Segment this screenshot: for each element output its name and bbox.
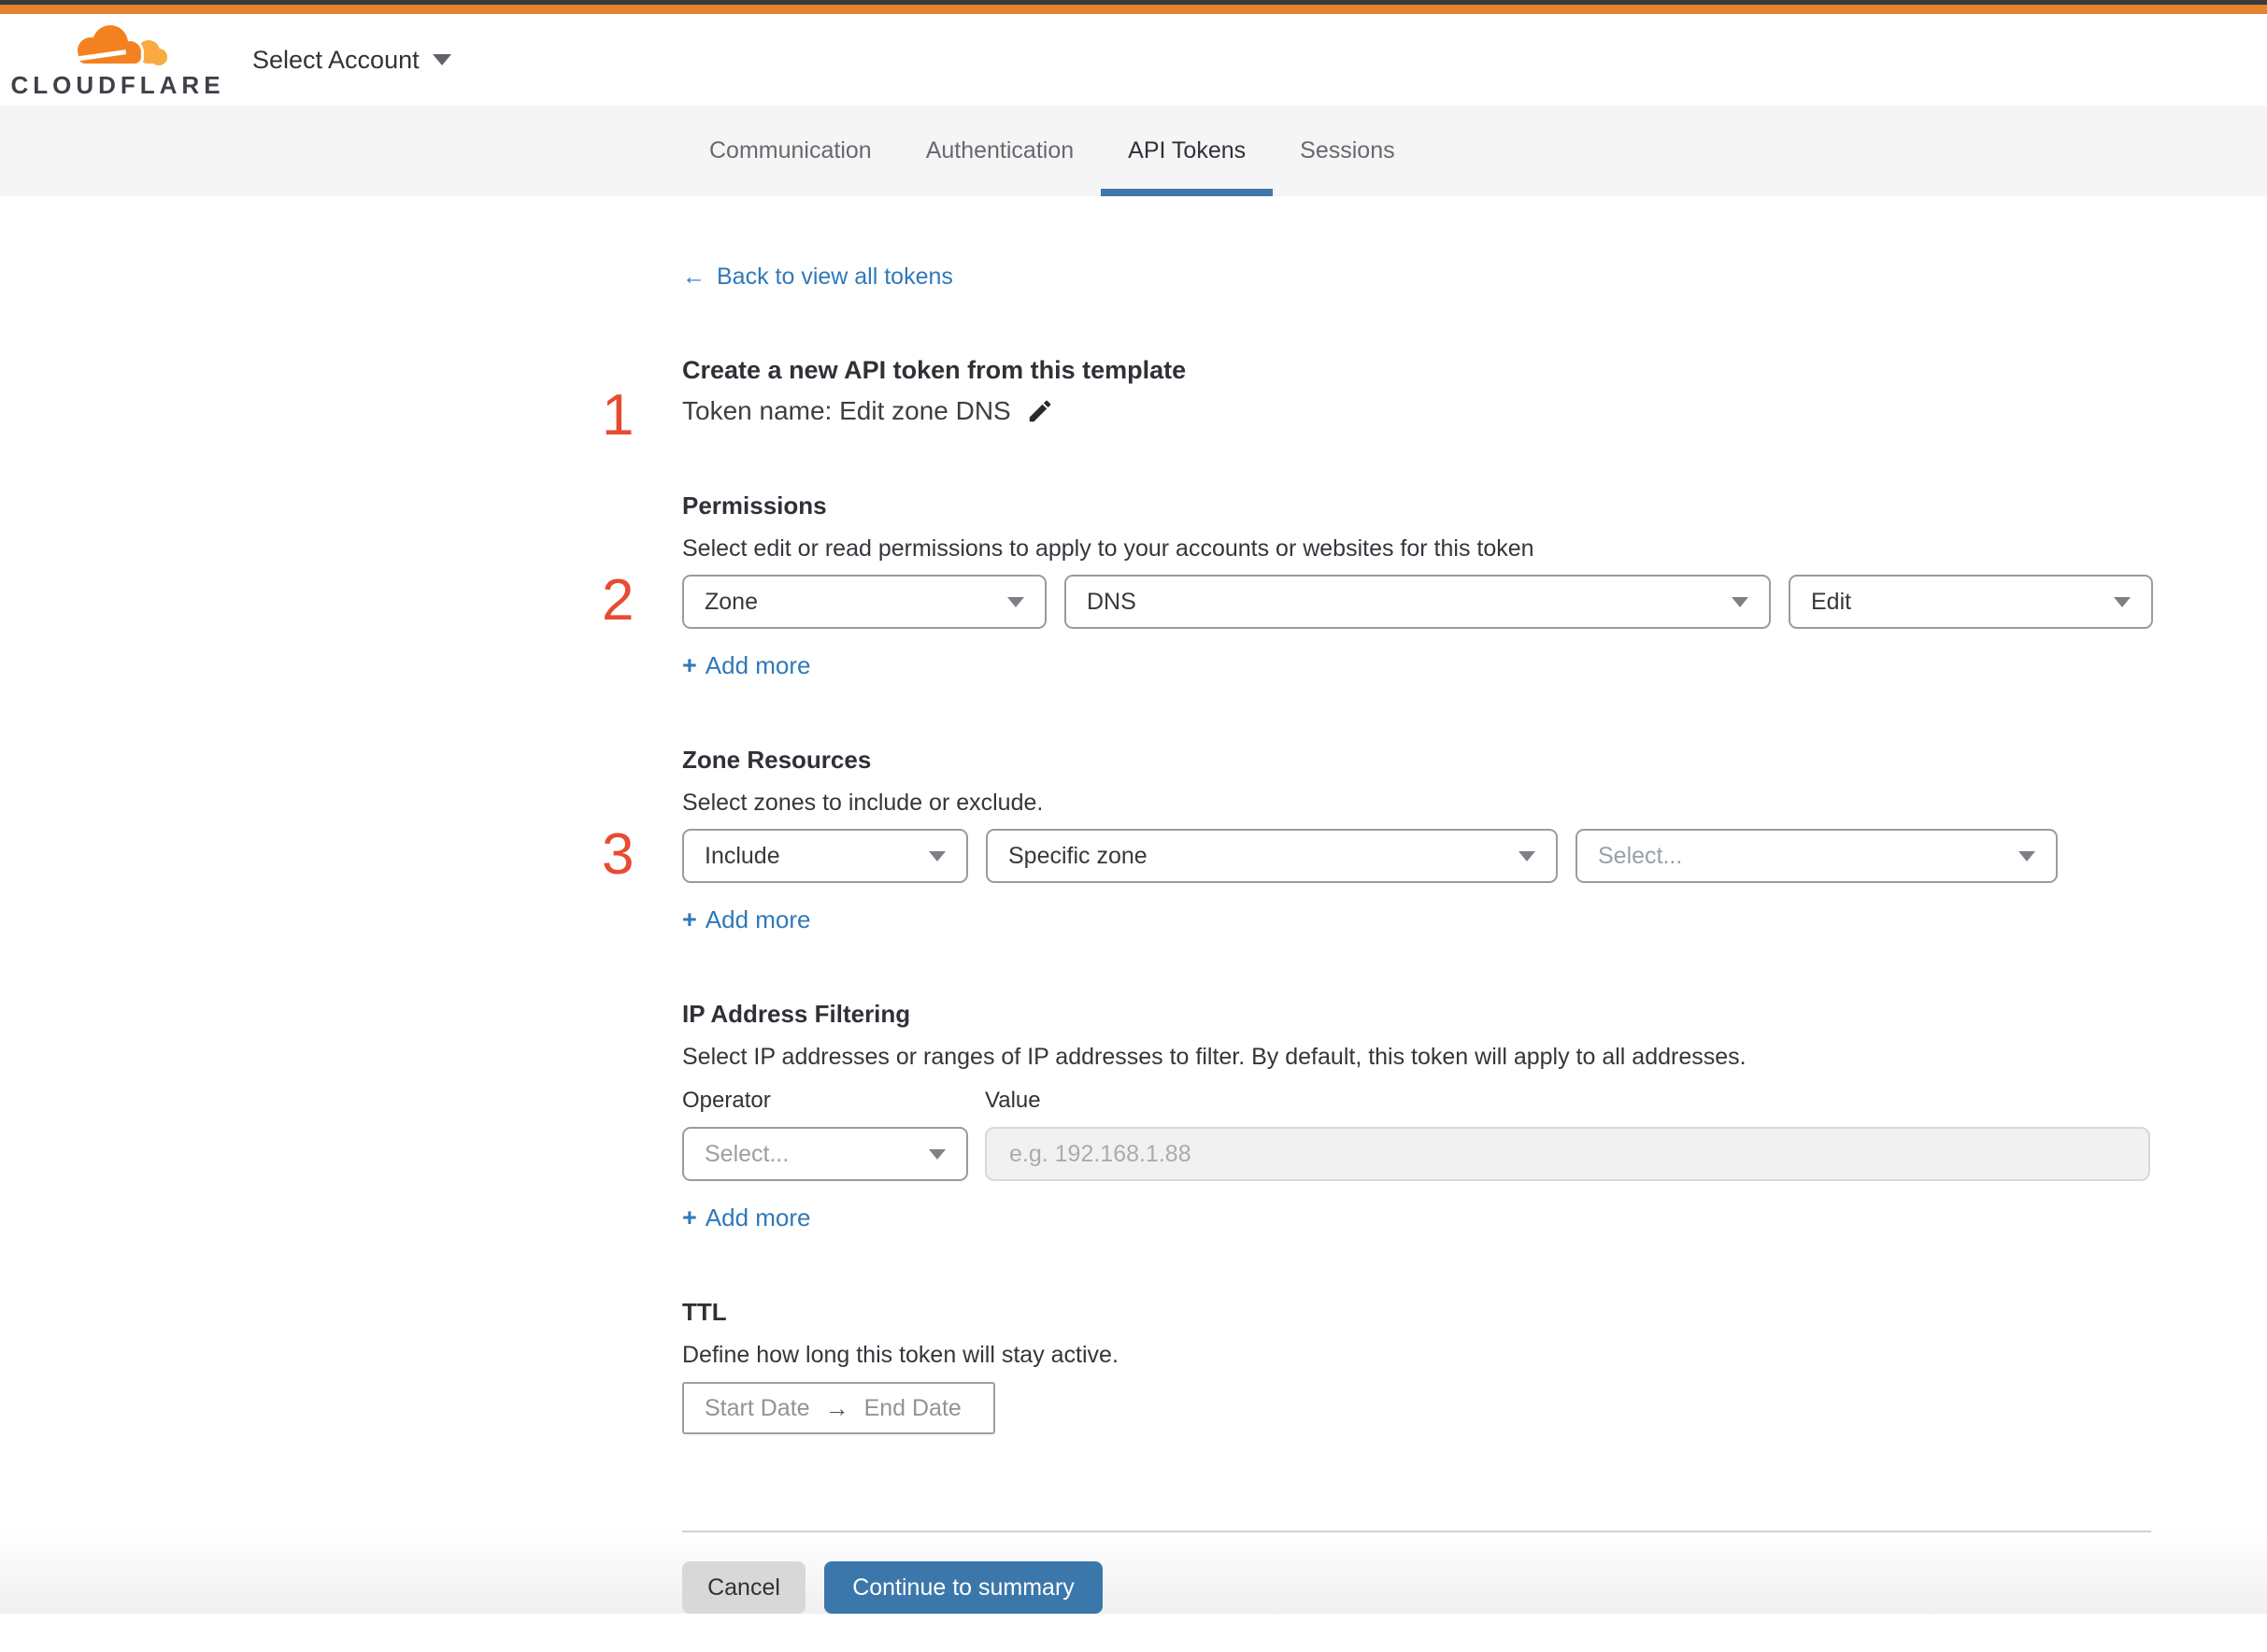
edit-pencil-icon[interactable]	[1026, 397, 1054, 425]
chevron-down-icon	[432, 54, 451, 65]
ip-filtering-subtitle: Select IP addresses or ranges of IP addr…	[682, 1044, 1747, 1070]
add-more-label: Add more	[705, 1203, 811, 1232]
right-arrow-icon: →	[824, 1393, 849, 1422]
main-content: ← Back to view all tokens Create a new A…	[0, 196, 2267, 1434]
add-more-label: Add more	[705, 905, 811, 933]
ip-filtering-add-more-link[interactable]: + Add more	[682, 1203, 811, 1232]
app-header: CLOUDFLARE Select Account	[0, 14, 2267, 106]
zone-resources-subtitle: Select zones to include or exclude.	[682, 790, 1044, 816]
operator-label: Operator	[682, 1088, 771, 1113]
ip-operator-placeholder: Select...	[705, 1140, 790, 1167]
select-caret-icon	[2018, 850, 2035, 862]
select-caret-icon	[929, 850, 946, 862]
form-footer: Cancel Continue to summary	[0, 1531, 2267, 1614]
cancel-button[interactable]: Cancel	[682, 1561, 806, 1614]
ip-operator-select[interactable]: Select...	[682, 1127, 968, 1181]
account-selector-label: Select Account	[252, 45, 420, 74]
permissions-title: Permissions	[682, 491, 827, 520]
ttl-date-range-picker[interactable]: Start Date → End Date	[682, 1382, 995, 1434]
permissions-row: 2 Zone DNS Edit	[602, 572, 2267, 630]
cloudflare-logo[interactable]: CLOUDFLARE	[10, 20, 221, 100]
permission-scope-select[interactable]: Zone	[682, 575, 1047, 629]
zone-resources-add-more-link[interactable]: + Add more	[682, 905, 811, 934]
cloudflare-wordmark: CLOUDFLARE	[10, 71, 225, 99]
ip-value-input[interactable]	[985, 1127, 2150, 1181]
page-title: Create a new API token from this templat…	[682, 356, 1187, 384]
permission-scope-value: Zone	[705, 588, 758, 615]
select-caret-icon	[1007, 596, 1024, 607]
select-caret-icon	[1518, 850, 1535, 862]
zone-value-select[interactable]: Select...	[1575, 829, 2058, 883]
plus-icon: +	[682, 651, 697, 679]
zone-type-select[interactable]: Specific zone	[986, 829, 1558, 883]
plus-icon: +	[682, 905, 697, 933]
profile-tabbar: Communication Authentication API Tokens …	[0, 106, 2267, 196]
tab-authentication[interactable]: Authentication	[899, 106, 1101, 196]
permission-access-select[interactable]: Edit	[1789, 575, 2153, 629]
back-link-label: Back to view all tokens	[717, 263, 953, 290]
page: CLOUDFLARE Select Account Communication …	[0, 0, 2267, 1652]
zone-operator-select[interactable]: Include	[682, 829, 968, 883]
zone-resources-row: 3 Include Specific zone Select...	[602, 826, 2267, 884]
start-date-placeholder: Start Date	[705, 1394, 810, 1421]
zone-resources-title: Zone Resources	[682, 746, 872, 774]
account-selector[interactable]: Select Account	[252, 46, 451, 75]
step-number-1: 1	[602, 383, 634, 448]
token-name-row: 1 Token name: Edit zone DNS	[602, 387, 2267, 445]
tab-communication[interactable]: Communication	[682, 106, 899, 196]
select-caret-icon	[1732, 596, 1748, 607]
zone-type-value: Specific zone	[1008, 842, 1148, 869]
permissions-section: Permissions Select edit or read permissi…	[602, 491, 2267, 680]
continue-to-summary-button[interactable]: Continue to summary	[824, 1561, 1103, 1614]
plus-icon: +	[682, 1203, 697, 1232]
tab-api-tokens[interactable]: API Tokens	[1101, 106, 1274, 196]
step-number-2: 2	[602, 568, 634, 633]
zone-operator-value: Include	[705, 842, 780, 869]
select-caret-icon	[929, 1148, 946, 1160]
ip-filtering-row: Select...	[682, 1127, 2267, 1181]
ttl-subtitle: Define how long this token will stay act…	[682, 1342, 1119, 1368]
add-more-label: Add more	[705, 651, 811, 679]
ttl-section: TTL Define how long this token will stay…	[682, 1298, 2267, 1434]
token-name-text: Token name: Edit zone DNS	[682, 396, 1011, 425]
zone-value-placeholder: Select...	[1598, 842, 1683, 869]
footer-buttons: Cancel Continue to summary	[682, 1532, 2267, 1614]
end-date-placeholder: End Date	[863, 1394, 962, 1421]
ttl-title: TTL	[682, 1298, 727, 1326]
permission-group-select[interactable]: DNS	[1064, 575, 1771, 629]
permissions-subtitle: Select edit or read permissions to apply…	[682, 535, 1534, 562]
step-number-3: 3	[602, 822, 634, 887]
select-caret-icon	[2114, 596, 2131, 607]
ip-filtering-section: IP Address Filtering Select IP addresses…	[682, 1000, 2267, 1232]
permission-access-value: Edit	[1811, 588, 1852, 615]
permissions-add-more-link[interactable]: + Add more	[682, 651, 811, 680]
cloudflare-cloud-icon	[73, 22, 167, 66]
value-label: Value	[985, 1088, 1041, 1113]
ip-filtering-labels: Operator Value	[682, 1088, 2267, 1114]
back-to-tokens-link[interactable]: ← Back to view all tokens	[682, 263, 953, 291]
tab-sessions[interactable]: Sessions	[1273, 106, 1421, 196]
permission-group-value: DNS	[1087, 588, 1136, 615]
ip-filtering-title: IP Address Filtering	[682, 1000, 911, 1028]
brand-accent-bar	[0, 5, 2267, 14]
back-arrow-icon: ←	[682, 263, 706, 290]
zone-resources-section: Zone Resources Select zones to include o…	[602, 746, 2267, 934]
